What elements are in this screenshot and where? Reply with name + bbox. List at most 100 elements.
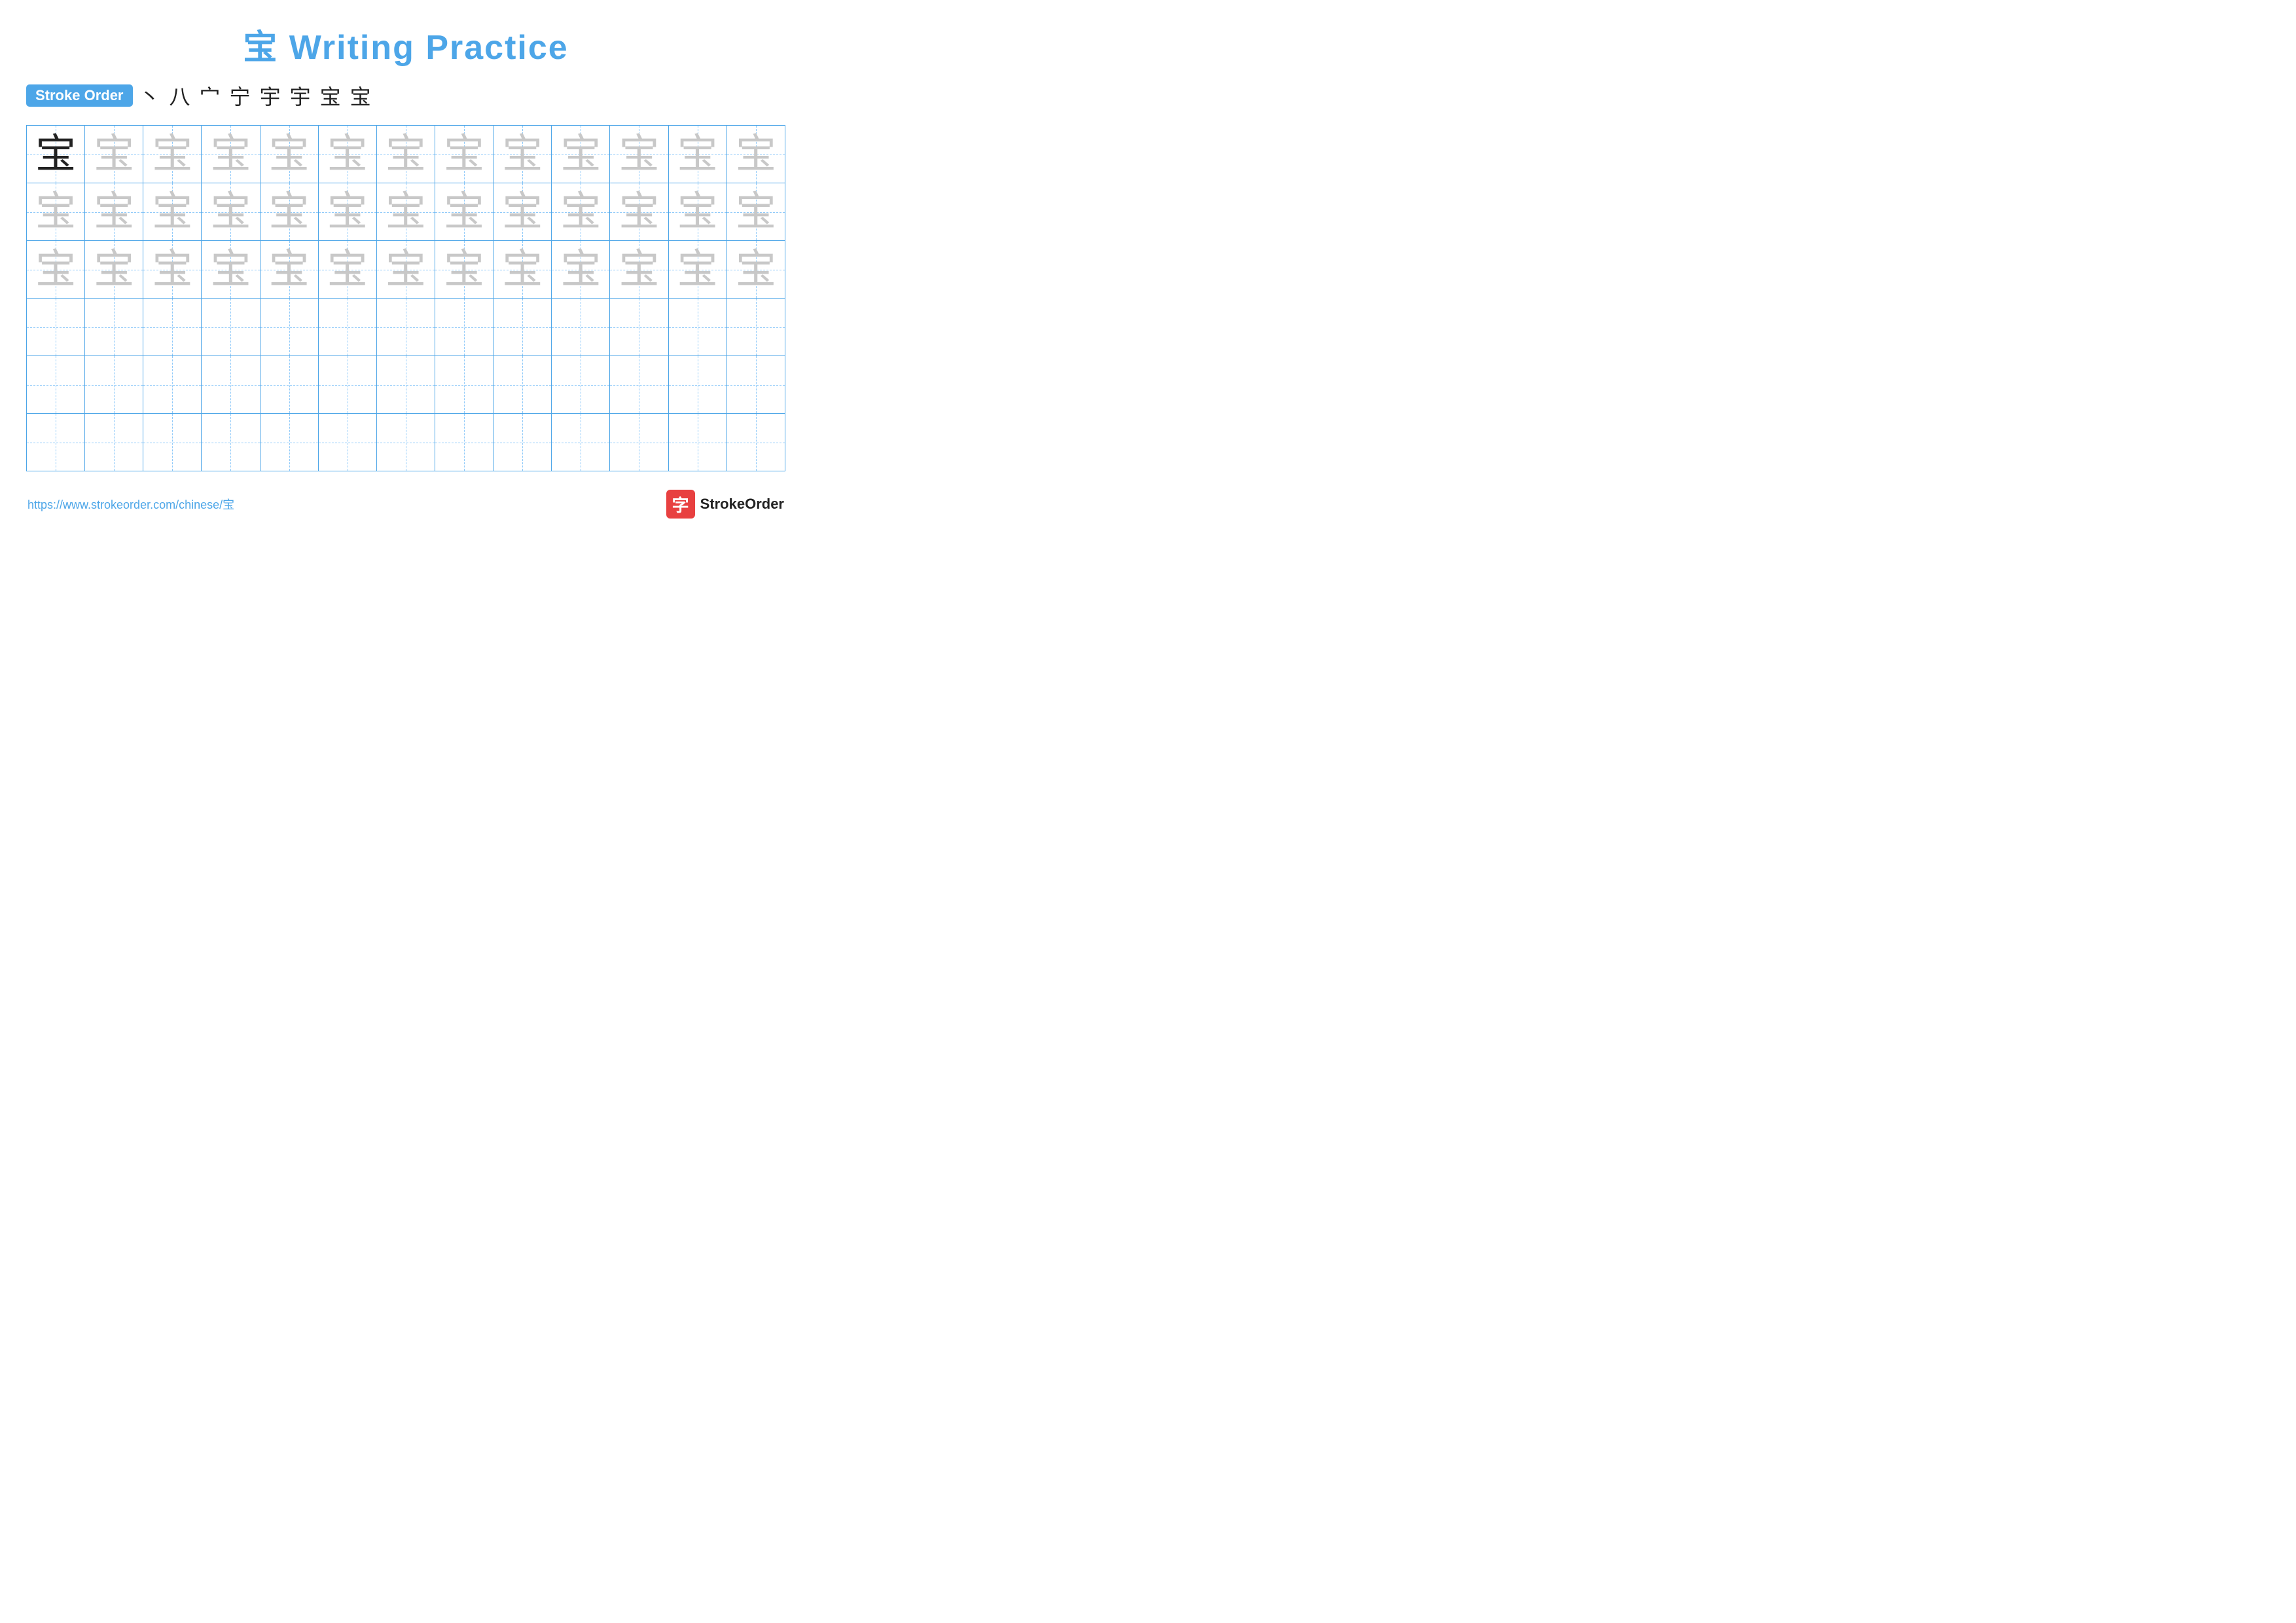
grid-cell[interactable]: 宝 bbox=[610, 183, 668, 241]
grid-cell[interactable] bbox=[27, 356, 85, 414]
grid-cell[interactable] bbox=[143, 299, 202, 356]
grid-cell[interactable]: 宝 bbox=[726, 126, 785, 183]
grid-cell[interactable]: 宝 bbox=[318, 241, 376, 299]
grid-cell[interactable] bbox=[376, 356, 435, 414]
footer-logo: 字 StrokeOrder bbox=[666, 490, 784, 519]
grid-cell[interactable]: 宝 bbox=[143, 241, 202, 299]
grid-cell[interactable]: 宝 bbox=[376, 241, 435, 299]
grid-cell[interactable] bbox=[85, 414, 143, 471]
grid-cell[interactable]: 宝 bbox=[552, 183, 610, 241]
grid-cell[interactable]: 宝 bbox=[668, 126, 726, 183]
char-display: 宝 bbox=[94, 247, 134, 292]
char-display: 宝 bbox=[736, 132, 776, 177]
grid-cell[interactable]: 宝 bbox=[27, 241, 85, 299]
grid-cell[interactable]: 宝 bbox=[85, 241, 143, 299]
grid-cell[interactable]: 宝 bbox=[260, 241, 318, 299]
grid-cell[interactable]: 宝 bbox=[552, 241, 610, 299]
char-display: 宝 bbox=[269, 247, 310, 292]
grid-cell[interactable] bbox=[202, 414, 260, 471]
grid-cell[interactable] bbox=[726, 356, 785, 414]
grid-cell[interactable] bbox=[493, 356, 552, 414]
grid-cell[interactable]: 宝 bbox=[610, 241, 668, 299]
char-display: 宝 bbox=[736, 247, 776, 292]
grid-cell[interactable]: 宝 bbox=[435, 183, 493, 241]
grid-cell[interactable]: 宝 bbox=[493, 241, 552, 299]
grid-cell[interactable] bbox=[610, 299, 668, 356]
grid-cell[interactable]: 宝 bbox=[435, 241, 493, 299]
char-display: 宝 bbox=[444, 190, 484, 234]
char-display: 宝 bbox=[35, 247, 76, 292]
stroke-7: 宝 bbox=[320, 81, 341, 111]
grid-cell[interactable] bbox=[435, 299, 493, 356]
grid-cell[interactable]: 宝 bbox=[143, 183, 202, 241]
grid-cell[interactable] bbox=[318, 356, 376, 414]
grid-cell[interactable]: 宝 bbox=[435, 126, 493, 183]
grid-cell[interactable] bbox=[85, 356, 143, 414]
grid-cell[interactable]: 宝 bbox=[610, 126, 668, 183]
grid-cell[interactable] bbox=[376, 299, 435, 356]
char-display: 宝 bbox=[502, 132, 543, 177]
grid-cell[interactable]: 宝 bbox=[726, 183, 785, 241]
grid-cell[interactable] bbox=[552, 414, 610, 471]
grid-cell[interactable] bbox=[318, 299, 376, 356]
grid-cell[interactable] bbox=[143, 356, 202, 414]
grid-cell[interactable] bbox=[27, 299, 85, 356]
grid-cell[interactable]: 宝 bbox=[726, 241, 785, 299]
grid-cell[interactable]: 宝 bbox=[85, 126, 143, 183]
grid-cell[interactable] bbox=[435, 356, 493, 414]
grid-row-4 bbox=[27, 299, 785, 356]
char-display: 宝 bbox=[35, 132, 76, 177]
stroke-2: 八 bbox=[170, 81, 190, 111]
grid-cell[interactable]: 宝 bbox=[493, 183, 552, 241]
grid-cell[interactable]: 宝 bbox=[318, 183, 376, 241]
grid-cell[interactable]: 宝 bbox=[143, 126, 202, 183]
grid-cell[interactable] bbox=[85, 299, 143, 356]
grid-cell[interactable] bbox=[260, 414, 318, 471]
grid-cell[interactable]: 宝 bbox=[260, 126, 318, 183]
grid-cell[interactable] bbox=[435, 414, 493, 471]
grid-cell[interactable] bbox=[202, 299, 260, 356]
grid-cell[interactable] bbox=[27, 414, 85, 471]
grid-cell[interactable]: 宝 bbox=[668, 241, 726, 299]
grid-cell[interactable] bbox=[610, 356, 668, 414]
char-display: 宝 bbox=[210, 132, 251, 177]
page-title: 宝 Writing Practice bbox=[26, 20, 785, 69]
grid-cell[interactable] bbox=[260, 356, 318, 414]
char-display: 宝 bbox=[94, 132, 134, 177]
grid-cell[interactable] bbox=[260, 299, 318, 356]
grid-cell[interactable] bbox=[552, 299, 610, 356]
grid-cell[interactable] bbox=[493, 299, 552, 356]
grid-cell[interactable]: 宝 bbox=[318, 126, 376, 183]
grid-cell[interactable] bbox=[668, 299, 726, 356]
grid-cell[interactable]: 宝 bbox=[493, 126, 552, 183]
char-display: 宝 bbox=[677, 190, 718, 234]
grid-cell[interactable]: 宝 bbox=[668, 183, 726, 241]
grid-cell[interactable]: 宝 bbox=[85, 183, 143, 241]
grid-cell[interactable]: 宝 bbox=[552, 126, 610, 183]
stroke-6: 宇 bbox=[290, 81, 311, 111]
grid-cell[interactable] bbox=[668, 356, 726, 414]
grid-cell[interactable] bbox=[726, 299, 785, 356]
grid-cell[interactable]: 宝 bbox=[27, 183, 85, 241]
grid-cell[interactable] bbox=[668, 414, 726, 471]
grid-cell[interactable] bbox=[726, 414, 785, 471]
grid-row-5 bbox=[27, 356, 785, 414]
grid-cell[interactable] bbox=[318, 414, 376, 471]
grid-cell[interactable]: 宝 bbox=[376, 126, 435, 183]
grid-cell[interactable] bbox=[202, 356, 260, 414]
char-display: 宝 bbox=[444, 132, 484, 177]
char-display: 宝 bbox=[736, 190, 776, 234]
grid-cell[interactable]: 宝 bbox=[27, 126, 85, 183]
grid-cell[interactable]: 宝 bbox=[376, 183, 435, 241]
grid-row-3: 宝 宝 宝 宝 宝 宝 宝 宝 宝 宝 宝 宝 宝 bbox=[27, 241, 785, 299]
grid-cell[interactable] bbox=[552, 356, 610, 414]
grid-cell[interactable] bbox=[610, 414, 668, 471]
grid-cell[interactable] bbox=[376, 414, 435, 471]
grid-cell[interactable]: 宝 bbox=[202, 241, 260, 299]
grid-cell[interactable]: 宝 bbox=[260, 183, 318, 241]
footer-url[interactable]: https://www.strokeorder.com/chinese/宝 bbox=[27, 496, 234, 513]
grid-cell[interactable] bbox=[493, 414, 552, 471]
grid-cell[interactable]: 宝 bbox=[202, 126, 260, 183]
grid-cell[interactable] bbox=[143, 414, 202, 471]
grid-cell[interactable]: 宝 bbox=[202, 183, 260, 241]
